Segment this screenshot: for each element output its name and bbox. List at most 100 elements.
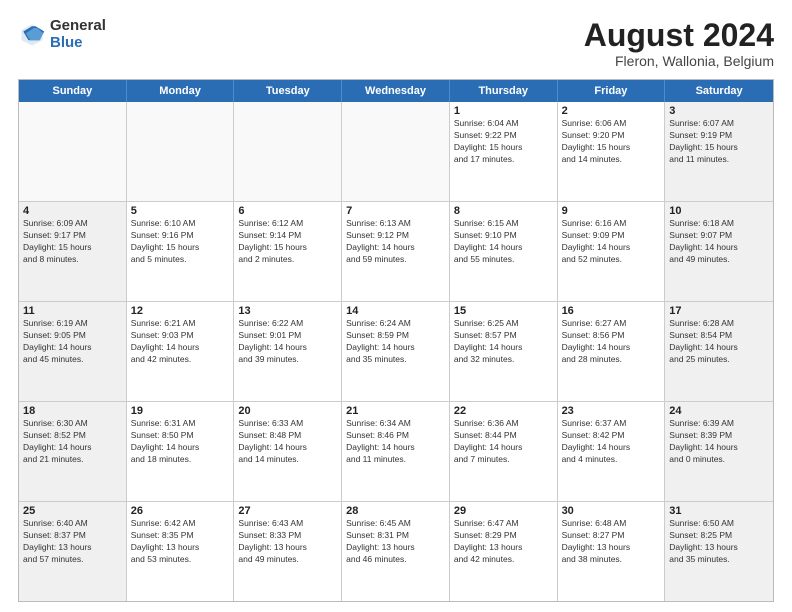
calendar-row-0: 1Sunrise: 6:04 AM Sunset: 9:22 PM Daylig…: [19, 102, 773, 201]
logo-general: General: [50, 17, 106, 34]
day-number: 29: [454, 505, 553, 517]
day-number: 21: [346, 405, 445, 417]
calendar-header: SundayMondayTuesdayWednesdayThursdayFrid…: [19, 80, 773, 102]
day-cell-18: 18Sunrise: 6:30 AM Sunset: 8:52 PM Dayli…: [19, 402, 127, 501]
day-number: 25: [23, 505, 122, 517]
day-detail: Sunrise: 6:50 AM Sunset: 8:25 PM Dayligh…: [669, 518, 769, 566]
day-number: 7: [346, 205, 445, 217]
header-day-thursday: Thursday: [450, 80, 558, 102]
day-number: 28: [346, 505, 445, 517]
day-detail: Sunrise: 6:15 AM Sunset: 9:10 PM Dayligh…: [454, 218, 553, 266]
day-cell-3: 3Sunrise: 6:07 AM Sunset: 9:19 PM Daylig…: [665, 102, 773, 201]
day-number: 20: [238, 405, 337, 417]
day-detail: Sunrise: 6:43 AM Sunset: 8:33 PM Dayligh…: [238, 518, 337, 566]
header: General Blue August 2024 Fleron, Walloni…: [18, 18, 774, 69]
calendar-row-1: 4Sunrise: 6:09 AM Sunset: 9:17 PM Daylig…: [19, 201, 773, 301]
day-number: 4: [23, 205, 122, 217]
empty-cell: [234, 102, 342, 201]
day-cell-8: 8Sunrise: 6:15 AM Sunset: 9:10 PM Daylig…: [450, 202, 558, 301]
location: Fleron, Wallonia, Belgium: [584, 53, 774, 69]
day-cell-13: 13Sunrise: 6:22 AM Sunset: 9:01 PM Dayli…: [234, 302, 342, 401]
day-detail: Sunrise: 6:30 AM Sunset: 8:52 PM Dayligh…: [23, 418, 122, 466]
day-cell-1: 1Sunrise: 6:04 AM Sunset: 9:22 PM Daylig…: [450, 102, 558, 201]
day-cell-25: 25Sunrise: 6:40 AM Sunset: 8:37 PM Dayli…: [19, 502, 127, 601]
header-day-wednesday: Wednesday: [342, 80, 450, 102]
day-cell-9: 9Sunrise: 6:16 AM Sunset: 9:09 PM Daylig…: [558, 202, 666, 301]
day-number: 18: [23, 405, 122, 417]
day-number: 23: [562, 405, 661, 417]
calendar-row-4: 25Sunrise: 6:40 AM Sunset: 8:37 PM Dayli…: [19, 501, 773, 601]
day-detail: Sunrise: 6:48 AM Sunset: 8:27 PM Dayligh…: [562, 518, 661, 566]
day-cell-15: 15Sunrise: 6:25 AM Sunset: 8:57 PM Dayli…: [450, 302, 558, 401]
day-number: 27: [238, 505, 337, 517]
day-number: 30: [562, 505, 661, 517]
day-cell-27: 27Sunrise: 6:43 AM Sunset: 8:33 PM Dayli…: [234, 502, 342, 601]
day-detail: Sunrise: 6:09 AM Sunset: 9:17 PM Dayligh…: [23, 218, 122, 266]
day-cell-17: 17Sunrise: 6:28 AM Sunset: 8:54 PM Dayli…: [665, 302, 773, 401]
day-number: 24: [669, 405, 769, 417]
day-cell-5: 5Sunrise: 6:10 AM Sunset: 9:16 PM Daylig…: [127, 202, 235, 301]
day-detail: Sunrise: 6:12 AM Sunset: 9:14 PM Dayligh…: [238, 218, 337, 266]
day-cell-28: 28Sunrise: 6:45 AM Sunset: 8:31 PM Dayli…: [342, 502, 450, 601]
header-day-tuesday: Tuesday: [234, 80, 342, 102]
day-cell-24: 24Sunrise: 6:39 AM Sunset: 8:39 PM Dayli…: [665, 402, 773, 501]
day-cell-7: 7Sunrise: 6:13 AM Sunset: 9:12 PM Daylig…: [342, 202, 450, 301]
logo-icon: [18, 21, 46, 49]
day-detail: Sunrise: 6:33 AM Sunset: 8:48 PM Dayligh…: [238, 418, 337, 466]
day-number: 17: [669, 305, 769, 317]
day-number: 31: [669, 505, 769, 517]
calendar-row-2: 11Sunrise: 6:19 AM Sunset: 9:05 PM Dayli…: [19, 301, 773, 401]
day-detail: Sunrise: 6:06 AM Sunset: 9:20 PM Dayligh…: [562, 118, 661, 166]
day-number: 10: [669, 205, 769, 217]
day-detail: Sunrise: 6:31 AM Sunset: 8:50 PM Dayligh…: [131, 418, 230, 466]
day-cell-4: 4Sunrise: 6:09 AM Sunset: 9:17 PM Daylig…: [19, 202, 127, 301]
day-number: 8: [454, 205, 553, 217]
header-day-monday: Monday: [127, 80, 235, 102]
calendar: SundayMondayTuesdayWednesdayThursdayFrid…: [18, 79, 774, 602]
day-number: 14: [346, 305, 445, 317]
logo-blue: Blue: [50, 34, 83, 51]
day-detail: Sunrise: 6:18 AM Sunset: 9:07 PM Dayligh…: [669, 218, 769, 266]
day-number: 2: [562, 105, 661, 117]
day-detail: Sunrise: 6:21 AM Sunset: 9:03 PM Dayligh…: [131, 318, 230, 366]
header-day-friday: Friday: [558, 80, 666, 102]
day-detail: Sunrise: 6:24 AM Sunset: 8:59 PM Dayligh…: [346, 318, 445, 366]
day-detail: Sunrise: 6:07 AM Sunset: 9:19 PM Dayligh…: [669, 118, 769, 166]
day-detail: Sunrise: 6:39 AM Sunset: 8:39 PM Dayligh…: [669, 418, 769, 466]
day-detail: Sunrise: 6:22 AM Sunset: 9:01 PM Dayligh…: [238, 318, 337, 366]
day-cell-19: 19Sunrise: 6:31 AM Sunset: 8:50 PM Dayli…: [127, 402, 235, 501]
empty-cell: [342, 102, 450, 201]
logo: General Blue: [18, 18, 106, 51]
day-detail: Sunrise: 6:10 AM Sunset: 9:16 PM Dayligh…: [131, 218, 230, 266]
day-detail: Sunrise: 6:28 AM Sunset: 8:54 PM Dayligh…: [669, 318, 769, 366]
empty-cell: [127, 102, 235, 201]
day-number: 1: [454, 105, 553, 117]
day-detail: Sunrise: 6:19 AM Sunset: 9:05 PM Dayligh…: [23, 318, 122, 366]
day-cell-23: 23Sunrise: 6:37 AM Sunset: 8:42 PM Dayli…: [558, 402, 666, 501]
day-number: 5: [131, 205, 230, 217]
month-year: August 2024: [584, 18, 774, 53]
day-cell-26: 26Sunrise: 6:42 AM Sunset: 8:35 PM Dayli…: [127, 502, 235, 601]
header-day-saturday: Saturday: [665, 80, 773, 102]
header-day-sunday: Sunday: [19, 80, 127, 102]
day-number: 26: [131, 505, 230, 517]
day-cell-30: 30Sunrise: 6:48 AM Sunset: 8:27 PM Dayli…: [558, 502, 666, 601]
calendar-body: 1Sunrise: 6:04 AM Sunset: 9:22 PM Daylig…: [19, 102, 773, 601]
day-number: 15: [454, 305, 553, 317]
day-cell-22: 22Sunrise: 6:36 AM Sunset: 8:44 PM Dayli…: [450, 402, 558, 501]
day-detail: Sunrise: 6:27 AM Sunset: 8:56 PM Dayligh…: [562, 318, 661, 366]
day-number: 6: [238, 205, 337, 217]
day-detail: Sunrise: 6:36 AM Sunset: 8:44 PM Dayligh…: [454, 418, 553, 466]
day-number: 19: [131, 405, 230, 417]
day-detail: Sunrise: 6:45 AM Sunset: 8:31 PM Dayligh…: [346, 518, 445, 566]
day-cell-29: 29Sunrise: 6:47 AM Sunset: 8:29 PM Dayli…: [450, 502, 558, 601]
day-detail: Sunrise: 6:34 AM Sunset: 8:46 PM Dayligh…: [346, 418, 445, 466]
day-detail: Sunrise: 6:37 AM Sunset: 8:42 PM Dayligh…: [562, 418, 661, 466]
day-detail: Sunrise: 6:04 AM Sunset: 9:22 PM Dayligh…: [454, 118, 553, 166]
title-block: August 2024 Fleron, Wallonia, Belgium: [584, 18, 774, 69]
day-cell-20: 20Sunrise: 6:33 AM Sunset: 8:48 PM Dayli…: [234, 402, 342, 501]
day-number: 9: [562, 205, 661, 217]
day-cell-31: 31Sunrise: 6:50 AM Sunset: 8:25 PM Dayli…: [665, 502, 773, 601]
day-cell-11: 11Sunrise: 6:19 AM Sunset: 9:05 PM Dayli…: [19, 302, 127, 401]
day-detail: Sunrise: 6:47 AM Sunset: 8:29 PM Dayligh…: [454, 518, 553, 566]
